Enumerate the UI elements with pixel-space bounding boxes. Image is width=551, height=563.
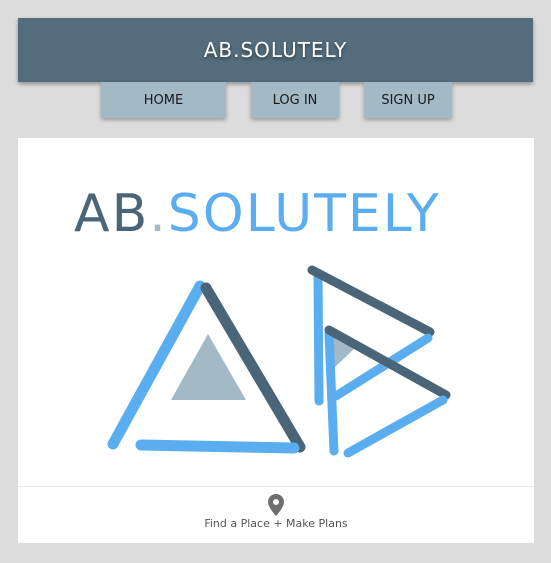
card-footer: Find a Place + Make Plans bbox=[18, 494, 534, 543]
login-button[interactable]: LOG IN bbox=[251, 82, 339, 118]
logo-b-emblem bbox=[307, 265, 451, 458]
logo-word-dot: . bbox=[149, 184, 168, 244]
site-header: AB.SOLUTELY bbox=[18, 18, 533, 82]
card-divider bbox=[18, 486, 534, 487]
site-title[interactable]: AB.SOLUTELY bbox=[204, 38, 348, 62]
signup-button[interactable]: SIGN UP bbox=[364, 82, 452, 118]
logo-wordmark: AB.SOLUTELY bbox=[74, 184, 441, 244]
logo-word-solutely: SOLUTELY bbox=[168, 184, 441, 244]
map-pin-icon bbox=[268, 494, 284, 516]
main-nav: HOME LOG IN SIGN UP bbox=[0, 82, 551, 118]
hero-logo: AB.SOLUTELY bbox=[74, 184, 451, 458]
hero-card: AB.SOLUTELY Find a Place + Make Plans bbox=[18, 138, 534, 543]
logo-a-emblem bbox=[107, 280, 306, 454]
home-button[interactable]: HOME bbox=[101, 82, 226, 118]
tagline: Find a Place + Make Plans bbox=[204, 517, 348, 530]
logo-word-ab: AB bbox=[74, 184, 149, 244]
